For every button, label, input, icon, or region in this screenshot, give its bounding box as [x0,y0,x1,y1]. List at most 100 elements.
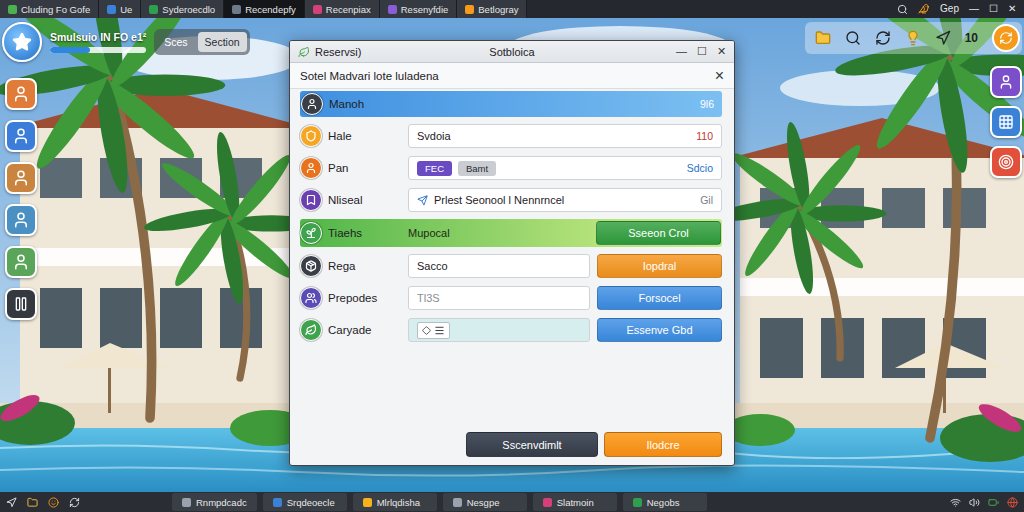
volume-icon[interactable] [969,497,980,508]
taskbar: Rnmpdcadc Srqdeoecle Mlrlqdisha Nesgpe Slatm… [0,492,1024,512]
dialog-title: Reservsi) [315,46,361,58]
bulb-icon[interactable] [905,30,921,46]
footer-button[interactable]: Ilodcre [604,432,722,457]
taskbar-item[interactable]: Slatmoin [533,493,617,511]
search-icon[interactable] [845,30,861,46]
action-button[interactable]: Essenve Gbd [597,318,722,342]
avatar-button[interactable] [5,162,37,194]
avatar-button[interactable] [5,288,37,320]
taskbar-item[interactable]: Srqdeoecle [263,493,347,511]
chips-field[interactable]: FEC Bamt Sdcio [408,156,722,180]
row-badge-icon [300,255,322,277]
taskbar-item[interactable]: Rnmpdcadc [172,493,257,511]
browser-tab[interactable]: Resenyfdie [380,0,458,18]
row-label: Manoh [301,93,364,115]
refresh-icon [999,31,1013,45]
tag-chip[interactable]: Bamt [458,161,496,176]
task-icon [363,498,372,507]
picker-field[interactable] [408,318,590,342]
globe-icon[interactable] [1007,497,1018,508]
mode-chip[interactable]: Sces [157,32,194,52]
bird-icon[interactable] [918,3,930,15]
tag-chip[interactable]: FEC [417,161,452,176]
side-button[interactable] [990,146,1022,178]
header-row[interactable]: Manoh9l6 [300,91,722,117]
battery-icon[interactable] [988,497,999,508]
section-button[interactable]: Sseeon Crol [596,221,721,245]
browser-tab[interactable]: Ue [99,0,141,18]
text-field[interactable]: Tl3S [408,286,590,310]
avatar-icon [12,253,30,271]
dialog-title-bar: Reservsi)Sotbloica—☐✕ [290,41,734,63]
window-control[interactable]: ✕ [1008,4,1016,14]
section-row: TiaehsMupocalSseeon Crol [300,219,722,247]
taskbar-item[interactable]: Negobs [623,493,707,511]
refresh-icon[interactable] [69,497,80,508]
footer-button[interactable]: Sscenvdimlt [466,432,598,457]
row-label: Hale [300,125,408,147]
browser-tab[interactable]: Recenpiax [305,0,380,18]
side-button[interactable] [990,106,1022,138]
dialog-subheader: Sotel Madvari lote luladena× [290,63,734,89]
avatar-button[interactable] [5,120,37,152]
section-text: Mupocal [408,227,596,239]
row-value: Sdcio [687,162,713,174]
taskbar-item[interactable]: Nesgpe [443,493,527,511]
tab-icon [107,5,116,14]
picker-box[interactable] [417,322,450,339]
avatar-button[interactable] [5,204,37,236]
tab-icon [388,5,397,14]
dialog-control[interactable]: ☐ [697,46,707,57]
action-button[interactable]: Iopdral [597,254,722,278]
hud-right: 10 [735,18,1024,492]
star-icon [12,32,32,52]
side-icon [998,74,1014,90]
game-area: Smulsuio IN FO e1²ScesSectionReservsi)So… [0,18,1024,492]
link-field[interactable]: Prlest Seonool l NennrncelGil [408,188,722,212]
dialog-control[interactable]: ✕ [717,46,726,57]
folder-icon[interactable] [815,30,831,46]
action-orb[interactable] [992,24,1020,52]
user-name[interactable]: Gep [940,4,959,14]
wifi-icon[interactable] [950,497,961,508]
browser-tab[interactable]: Cluding Fo Gofe [0,0,99,18]
avatar-button[interactable] [5,78,37,110]
text-field[interactable]: Svdoia110 [408,124,722,148]
mode-chip[interactable]: Section [198,32,247,52]
avatar-icon [12,169,30,187]
hud: Smulsuio IN FO e1²ScesSectionReservsi)So… [0,18,1024,492]
tab-icon [8,5,17,14]
diamond-icon [422,326,431,335]
task-icon [633,498,642,507]
window-control[interactable]: ☐ [989,4,998,14]
close-button[interactable]: × [715,68,724,84]
side-button[interactable] [990,66,1022,98]
side-icon [998,154,1014,170]
avatar-button[interactable] [5,246,37,278]
window-control[interactable]: — [969,4,979,14]
smile-icon[interactable] [48,497,59,508]
row-label: Nliseal [300,189,408,211]
dialog-footer: SscenvdimltIlodcre [290,432,734,465]
taskbar-item[interactable]: Mlrlqdisha [353,493,437,511]
field-row: HaleSvdoia110 [300,123,722,149]
row-label: Caryade [300,319,401,341]
arrow-icon[interactable] [935,30,951,46]
folder-icon[interactable] [27,497,38,508]
send-icon [417,195,428,206]
refresh-icon[interactable] [875,30,891,46]
action-button[interactable]: Forsocel [597,286,722,310]
avatar-icon [12,211,30,229]
game-logo[interactable] [2,22,42,62]
row-badge-icon [301,93,323,115]
action-row: RegaSaccoIopdral [300,253,722,279]
browser-tab[interactable]: Betlogray [457,0,527,18]
dialog-control[interactable]: — [676,46,687,57]
browser-tab[interactable]: Syderoecdlo [141,0,224,18]
search-icon[interactable] [897,4,908,15]
avatar-icon [12,127,30,145]
text-field[interactable]: Sacco [408,254,590,278]
start-icon[interactable] [6,497,17,508]
browser-tab[interactable]: Recendepfy [224,0,305,18]
leaf-icon [298,46,310,58]
